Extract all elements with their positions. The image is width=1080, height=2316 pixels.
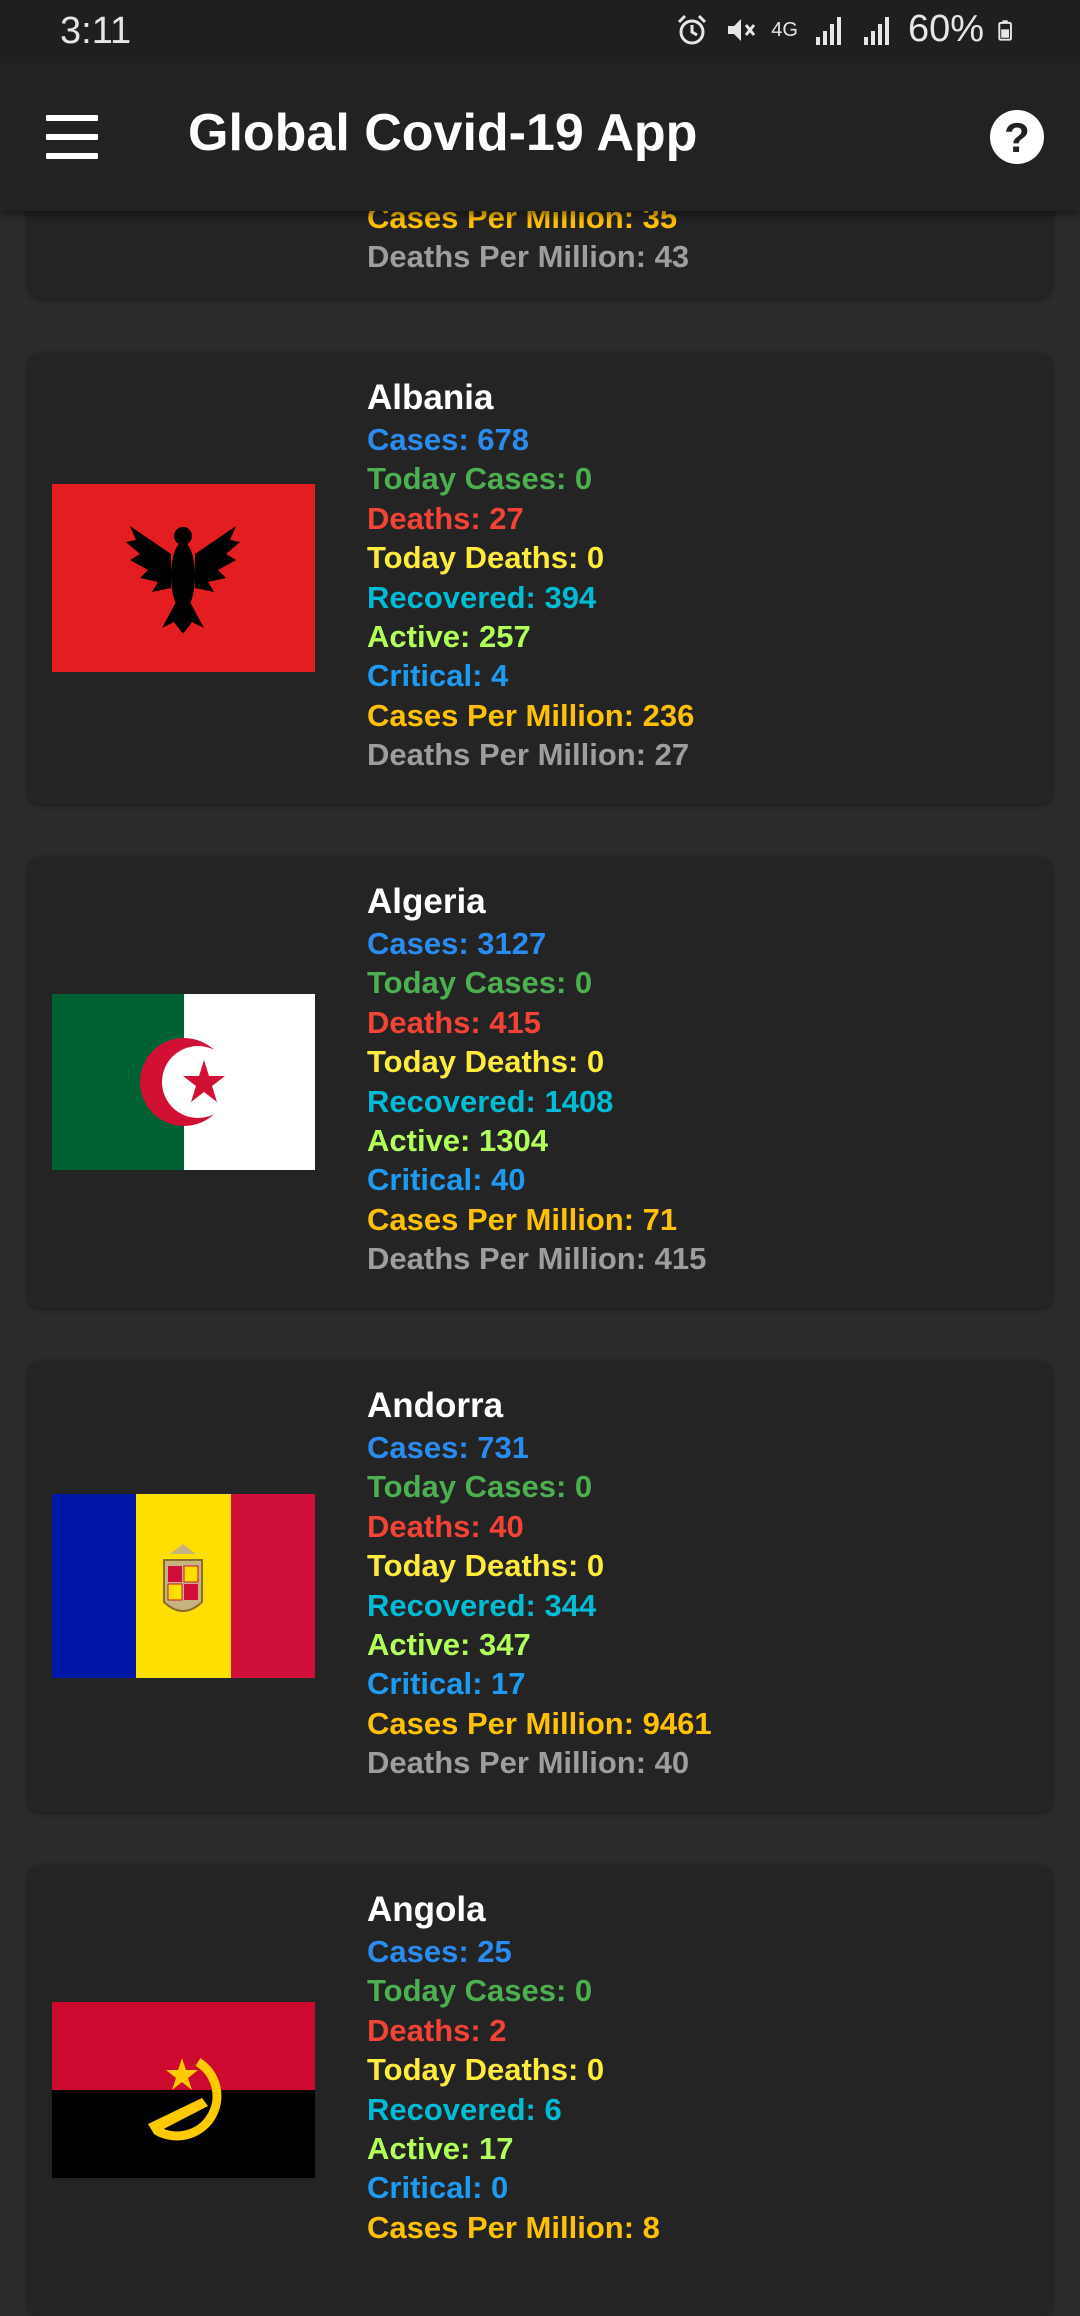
critical: Critical: 40 xyxy=(367,1162,526,1198)
help-circle-icon[interactable]: ? xyxy=(990,110,1044,164)
angola-flag-icon xyxy=(52,2002,315,2178)
deaths: Deaths: 415 xyxy=(367,1004,542,1040)
today-cases: Today Cases: 0 xyxy=(367,461,593,497)
country-name: Andorra xyxy=(367,1386,504,1425)
country-list[interactable]: Cases Per Million: 35 Deaths Per Million… xyxy=(0,0,1080,2316)
country-name: Angola xyxy=(367,1890,486,1929)
cases: Cases: 731 xyxy=(367,1430,530,1465)
status-time: 3:11 xyxy=(60,10,132,52)
deaths: Deaths: 2 xyxy=(367,2012,507,2048)
status-icons: 4G 60% xyxy=(675,8,1020,51)
today-deaths: Today Deaths: 0 xyxy=(367,2052,605,2088)
algeria-flag-icon xyxy=(52,994,315,1170)
cases-per-million: Cases Per Million: 236 xyxy=(367,697,695,733)
today-cases: Today Cases: 0 xyxy=(367,1469,593,1505)
cases: Cases: 678 xyxy=(367,422,530,457)
recovered: Recovered: 1408 xyxy=(367,1083,614,1119)
recovered: Recovered: 394 xyxy=(367,579,597,615)
country-card-angola[interactable]: Angola Cases: 25 Today Cases: 0 Deaths: … xyxy=(27,1864,1053,2316)
critical: Critical: 0 xyxy=(367,2170,509,2206)
country-card-algeria[interactable]: Algeria Cases: 3127 Today Cases: 0 Death… xyxy=(27,856,1053,1308)
today-deaths: Today Deaths: 0 xyxy=(367,1548,605,1584)
today-cases: Today Cases: 0 xyxy=(367,1973,593,2009)
deaths: Deaths: 40 xyxy=(367,1508,524,1544)
alarm-icon xyxy=(678,14,707,44)
hamburger-menu-icon[interactable] xyxy=(46,115,98,159)
deaths-per-million: Deaths Per Million: 415 xyxy=(367,1241,707,1277)
critical: Critical: 4 xyxy=(367,658,509,694)
app-title: Global Covid-19 App xyxy=(188,104,698,162)
active: Active: 347 xyxy=(367,1626,531,1662)
recovered: Recovered: 344 xyxy=(367,1587,597,1623)
recovered: Recovered: 6 xyxy=(367,2091,562,2127)
country-card-andorra[interactable]: Andorra Cases: 731 Today Cases: 0 Deaths… xyxy=(27,1360,1053,1812)
network-type: 4G xyxy=(771,18,798,41)
battery-icon xyxy=(998,19,1012,41)
country-name: Albania xyxy=(367,378,494,417)
deaths-per-million: Deaths Per Million: 27 xyxy=(367,737,690,773)
critical: Critical: 17 xyxy=(367,1666,526,1702)
deaths-per-million: Deaths Per Million: 40 xyxy=(367,1745,690,1781)
today-cases: Today Cases: 0 xyxy=(367,965,593,1001)
active: Active: 17 xyxy=(367,2130,514,2166)
mute-icon xyxy=(728,18,756,41)
signal-icon xyxy=(815,16,841,45)
andorra-flag-icon xyxy=(52,1494,315,1678)
cases-per-million: Cases Per Million: 8 xyxy=(367,2209,660,2245)
cases: Cases: 3127 xyxy=(367,926,547,961)
status-bar: 3:11 4G 60% xyxy=(0,0,1080,63)
today-deaths: Today Deaths: 0 xyxy=(367,540,605,576)
country-name: Algeria xyxy=(367,882,486,921)
battery-percent: 60% xyxy=(907,8,984,50)
cases-per-million: Cases Per Million: 9461 xyxy=(367,1705,712,1741)
cases: Cases: 25 xyxy=(367,1934,512,1969)
active: Active: 257 xyxy=(367,618,531,654)
country-card-albania[interactable]: Albania Cases: 678 Today Cases: 0 Deaths… xyxy=(27,352,1053,804)
deaths: Deaths: 27 xyxy=(367,500,524,536)
signal-icon-2 xyxy=(863,16,889,45)
albania-flag-icon xyxy=(52,484,315,672)
today-deaths: Today Deaths: 0 xyxy=(367,1044,605,1080)
cases-per-million: Cases Per Million: 71 xyxy=(367,1201,678,1237)
app-bar: Global Covid-19 App ? xyxy=(0,63,1080,211)
deaths-per-million: Deaths Per Million: 43 xyxy=(367,239,690,275)
active: Active: 1304 xyxy=(367,1122,548,1158)
